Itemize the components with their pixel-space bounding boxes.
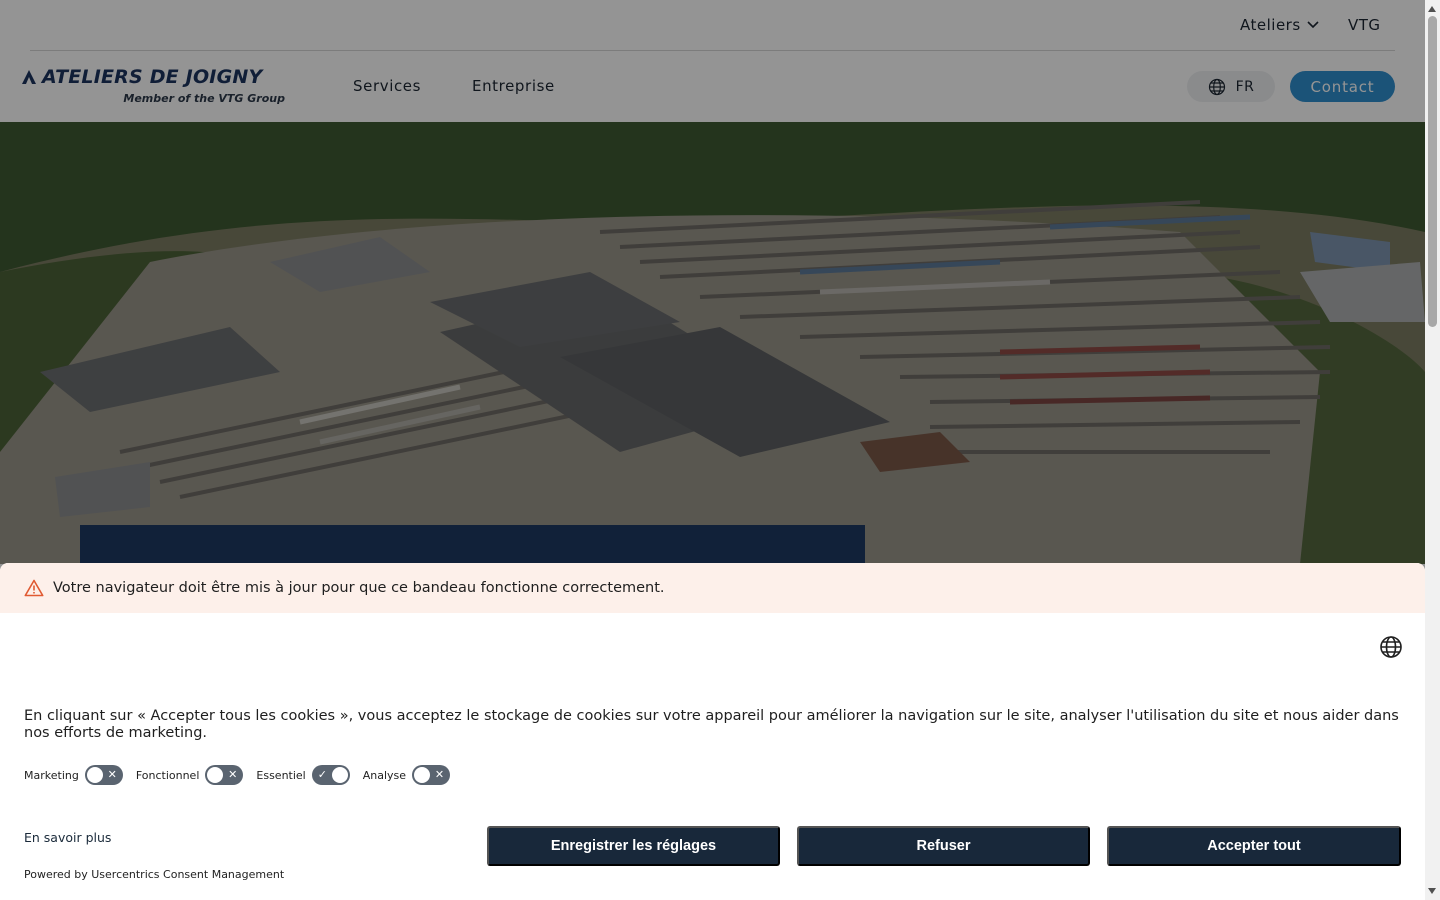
switch-knob — [86, 767, 103, 783]
toggle-essentiel-label: Essentiel — [256, 768, 306, 782]
toggle-marketing-switch[interactable]: ✕ — [84, 765, 123, 785]
toggle-marketing-label: Marketing — [24, 768, 79, 782]
learn-more-link[interactable]: En savoir plus — [24, 830, 111, 845]
powered-by-text: Powered by Usercentrics Consent Manageme… — [24, 868, 285, 881]
toggle-analyse-label: Analyse — [362, 768, 407, 782]
scroll-down-arrow-icon[interactable] — [1428, 888, 1436, 894]
language-globe-icon[interactable] — [1379, 635, 1403, 659]
page-scrollbar[interactable] — [1425, 0, 1440, 900]
deny-button[interactable]: Refuser — [797, 826, 1090, 866]
warning-icon — [24, 579, 44, 597]
consent-description: En cliquant sur « Accepter tous les cook… — [24, 708, 1399, 741]
switch-knob — [331, 767, 348, 783]
accept-all-button[interactable]: Accepter tout — [1107, 826, 1401, 866]
toggle-fonctionnel-label: Fonctionnel — [135, 768, 200, 782]
browser-warning-text: Votre navigateur doit être mis à jour po… — [53, 580, 665, 596]
toggle-marketing-group: Marketing ✕ — [24, 765, 123, 785]
cross-icon: ✕ — [228, 768, 238, 781]
toggle-fonctionnel-group: Fonctionnel ✕ — [136, 765, 244, 785]
toggle-analyse-switch[interactable]: ✕ — [412, 765, 451, 785]
scroll-up-arrow-icon[interactable] — [1428, 6, 1436, 12]
toggle-analyse-group: Analyse ✕ — [362, 765, 451, 785]
browser-warning: Votre navigateur doit être mis à jour po… — [0, 563, 1425, 613]
toggle-essentiel-switch[interactable]: ✓ — [311, 765, 350, 785]
switch-knob — [207, 767, 224, 783]
toggle-essentiel-group: Essentiel ✓ — [256, 765, 350, 785]
toggle-fonctionnel-switch[interactable]: ✕ — [205, 765, 244, 785]
save-settings-button[interactable]: Enregistrer les réglages — [487, 826, 780, 866]
switch-knob — [414, 767, 431, 783]
check-icon: ✓ — [317, 768, 327, 781]
cookie-consent-banner: Votre navigateur doit être mis à jour po… — [0, 563, 1425, 900]
cross-icon: ✕ — [434, 768, 445, 781]
cross-icon: ✕ — [107, 768, 117, 781]
consent-toggles: Marketing ✕ Fonctionnel ✕ Essentiel ✓ An… — [24, 765, 463, 785]
scrollbar-thumb[interactable] — [1428, 16, 1437, 327]
